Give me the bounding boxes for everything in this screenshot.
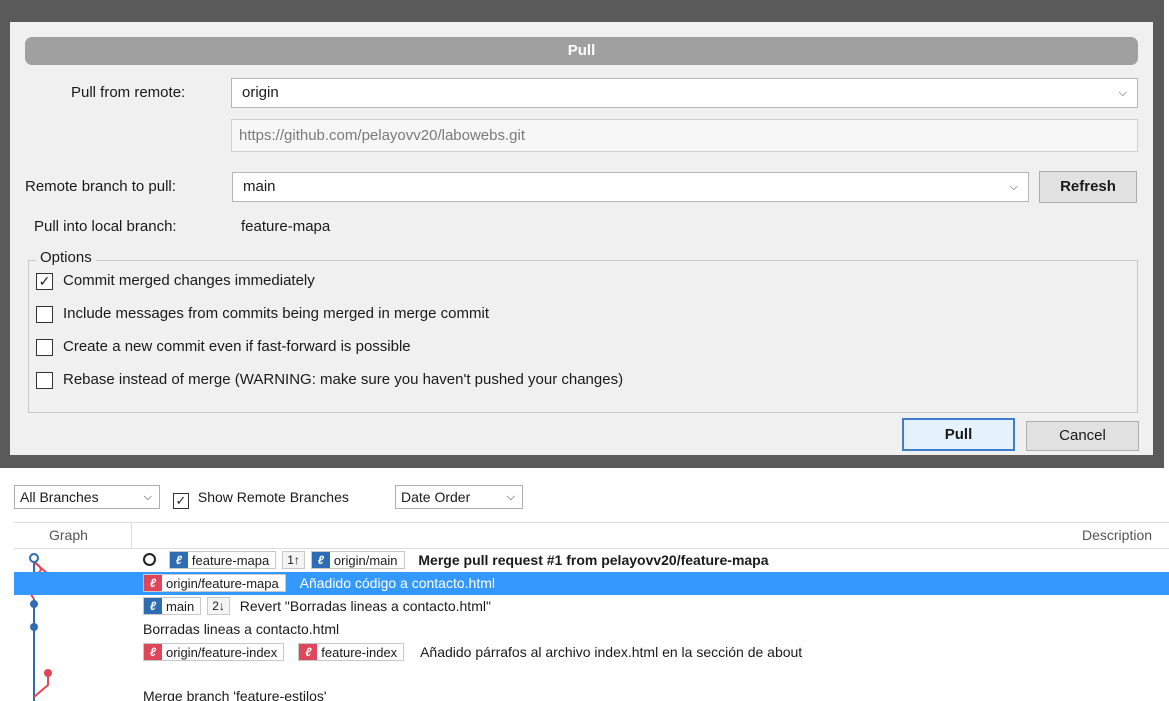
show-remote-checkbox[interactable]: ✓ [173,493,189,509]
commit-row[interactable]: Merge branch 'feature-estilos' [14,688,1169,701]
pull-from-remote-label: Pull from remote: [71,84,186,101]
commit-message: Borradas lineas a contacto.html [143,621,340,637]
remote-select-value: origin [242,84,279,101]
branch-tag[interactable]: ℓ main [143,597,202,615]
row-content: ℓ feature-mapa 1↑ ℓ origin/main Merge pull r… [143,549,769,572]
commit-message: Añadido código a contacto.html [299,575,495,591]
remote-branch-label: Remote branch to pull: [25,178,176,195]
cancel-button[interactable]: Cancel [1026,421,1139,451]
branch-tag-label: feature-index [321,645,398,660]
remote-url-field: https://github.com/pelayovv20/labowebs.g… [231,119,1138,152]
branch-icon: ℓ [299,644,318,660]
description-column-header[interactable]: Description [1082,527,1152,543]
log-column-header: Graph Description [14,522,1169,549]
commit-message: Merge pull request #1 from pelayovv20/fe… [418,552,769,568]
option-label: Include messages from commits being merg… [63,305,489,322]
pull-dialog-backdrop: Pull Pull from remote: origin ⌵ https://… [0,0,1164,468]
branch-tag[interactable]: ℓ feature-mapa [168,551,277,569]
branch-tag-label: origin/feature-index [166,645,278,660]
checkbox-rebase[interactable] [36,372,53,389]
commit-message: Merge branch 'feature-estilos' [143,688,327,701]
pull-dialog: Pull Pull from remote: origin ⌵ https://… [10,22,1153,455]
branches-filter-value: All Branches [20,489,99,505]
branch-icon: ℓ [144,598,162,614]
branches-filter-select[interactable]: All Branches ⌵ [14,485,160,509]
commit-row[interactable]: ℓ main 2↓ Revert "Borradas lineas a contac… [14,595,1169,618]
checkmark-icon: ✓ [38,273,51,289]
row-content: Borradas lineas a contacto.html [143,618,339,641]
commit-message: Revert "Borradas lineas a contacto.html" [239,598,491,614]
branch-tag-label: origin/feature-mapa [166,576,279,591]
branch-tag[interactable]: ℓ feature-index [298,643,405,661]
refresh-button[interactable]: Refresh [1039,171,1137,203]
commit-row[interactable]: ℓ origin/feature-index ℓ feature-index Añad… [14,641,1169,664]
order-value: Date Order [401,489,471,505]
checkmark-icon: ✓ [175,493,187,508]
commit-row[interactable]: ℓ feature-mapa 1↑ ℓ origin/main Merge pull r… [14,549,1169,572]
graph-column-header[interactable]: Graph [49,527,88,543]
show-remote-label: Show Remote Branches [197,489,349,505]
commit-message: Añadido párrafos al archivo index.html e… [420,644,803,660]
chevron-down-icon: ⌵ [143,491,152,503]
branch-tag-label: origin/main [333,553,398,568]
branch-tag[interactable]: ℓ origin/feature-index [143,643,285,661]
show-remote-branches-toggle[interactable]: ✓ Show Remote Branches [173,485,349,509]
branch-tag-label: main [166,599,195,614]
chevron-down-icon: ⌵ [1118,87,1127,99]
commit-row-selected[interactable]: ℓ origin/feature-mapa Añadido código a co… [14,572,1169,595]
branch-icon: ℓ [144,644,162,660]
row-content: Merge branch 'feature-estilos' [143,688,327,701]
option-label: Create a new commit even if fast-forward… [63,338,411,355]
branch-icon: ℓ [169,552,188,568]
remote-branch-select-value: main [243,178,276,195]
option-label: Commit merged changes immediately [63,272,315,289]
column-divider[interactable] [131,523,132,548]
checkbox-include-messages[interactable] [36,306,53,323]
branch-tag[interactable]: ℓ origin/main [310,551,405,569]
row-content: ℓ main 2↓ Revert "Borradas lineas a contac… [143,595,491,618]
branch-icon: ℓ [144,575,162,591]
local-branch-label: Pull into local branch: [34,218,177,235]
checkbox-no-fast-forward[interactable] [36,339,53,356]
branch-tag[interactable]: ℓ origin/feature-mapa [143,574,286,592]
branch-tag-label: feature-mapa [191,553,270,568]
behind-count-badge: 2↓ [207,597,230,615]
chevron-down-icon: ⌵ [1009,181,1018,193]
option-label: Rebase instead of merge (WARNING: make s… [63,371,624,388]
checkbox-commit-immediately[interactable]: ✓ [36,273,53,290]
options-legend: Options [36,249,96,266]
dialog-title: Pull [25,37,1138,65]
head-indicator-icon [143,553,156,566]
row-content: ℓ origin/feature-index ℓ feature-index Añad… [143,641,802,664]
local-branch-value: feature-mapa [241,218,331,235]
chevron-down-icon: ⌵ [506,491,515,503]
branch-icon: ℓ [311,552,330,568]
ahead-count-badge: 1↑ [282,551,305,569]
order-select[interactable]: Date Order ⌵ [395,485,523,509]
row-content: ℓ origin/feature-mapa Añadido código a co… [143,572,495,595]
remote-select[interactable]: origin ⌵ [231,78,1138,108]
pull-button[interactable]: Pull [902,418,1015,451]
commit-row[interactable]: Borradas lineas a contacto.html [14,618,1169,641]
remote-branch-select[interactable]: main ⌵ [232,172,1029,202]
